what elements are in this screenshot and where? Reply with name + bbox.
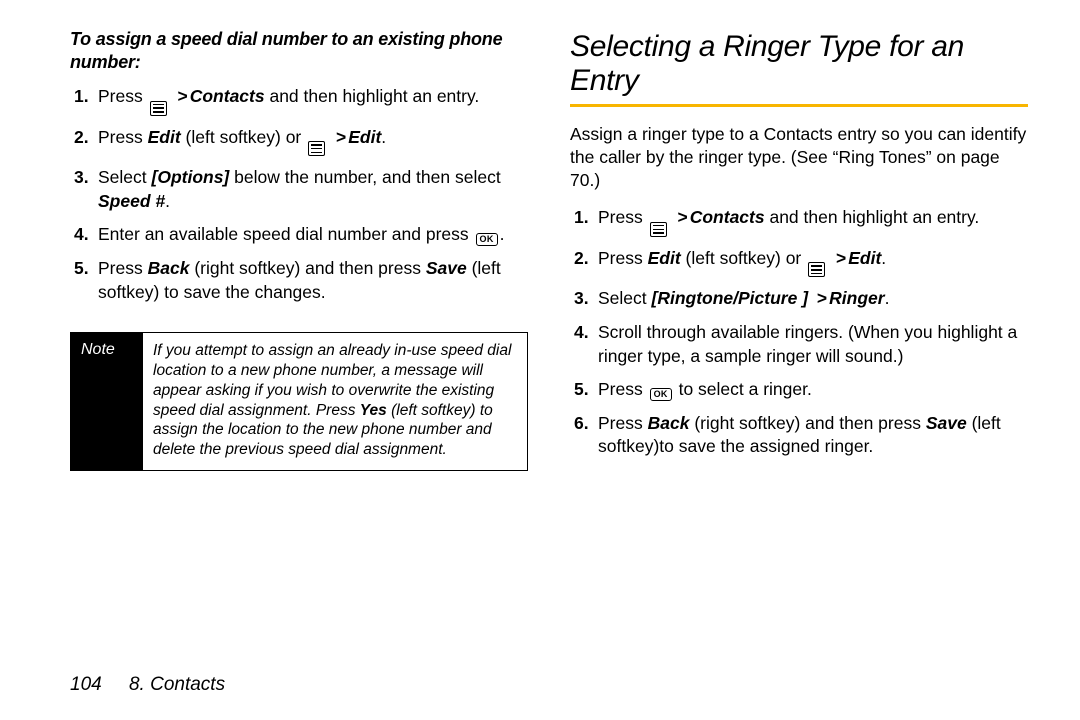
menu-icon <box>808 262 825 277</box>
chevron-right-icon: > <box>677 207 687 227</box>
step-number: 1. <box>574 206 589 230</box>
menu-icon <box>650 222 667 237</box>
step-item: 3.Select [Options] below the number, and… <box>70 166 528 213</box>
step-number: 3. <box>74 166 89 190</box>
left-column: To assign a speed dial number to an exis… <box>70 28 528 700</box>
ok-icon: OK <box>650 388 672 401</box>
step-item: 6.Press Back (right softkey) and then pr… <box>570 412 1028 459</box>
title-rule <box>570 104 1028 107</box>
chevron-right-icon: > <box>817 288 827 308</box>
step-number: 2. <box>574 247 589 271</box>
chevron-right-icon: > <box>336 127 346 147</box>
chevron-right-icon: > <box>177 86 187 106</box>
step-number: 4. <box>74 223 89 247</box>
step-item: 1.Press >Contacts and then highlight an … <box>570 206 1028 237</box>
chevron-right-icon: > <box>836 248 846 268</box>
step-item: 5.Press OK to select a ringer. <box>570 378 1028 402</box>
step-number: 3. <box>574 287 589 311</box>
menu-icon <box>150 101 167 116</box>
page-number: 104 <box>70 674 102 695</box>
step-item: 2.Press Edit (left softkey) or >Edit. <box>70 126 528 157</box>
section-label: 8. Contacts <box>129 674 225 695</box>
ok-icon: OK <box>476 233 498 246</box>
left-steps: 1.Press >Contacts and then highlight an … <box>70 85 528 314</box>
step-number: 6. <box>574 412 589 436</box>
page-footer: 104 8. Contacts <box>70 674 225 696</box>
step-number: 5. <box>74 257 89 281</box>
step-item: 3.Select [Ringtone/Picture ] >Ringer. <box>570 287 1028 311</box>
step-number: 4. <box>574 321 589 345</box>
left-subhead: To assign a speed dial number to an exis… <box>70 28 528 73</box>
step-number: 1. <box>74 85 89 109</box>
section-title: Selecting a Ringer Type for an Entry <box>570 30 1028 98</box>
right-steps: 1.Press >Contacts and then highlight an … <box>570 206 1028 469</box>
step-number: 5. <box>574 378 589 402</box>
note-label: Note <box>71 333 143 470</box>
step-item: 5.Press Back (right softkey) and then pr… <box>70 257 528 304</box>
step-item: 4.Scroll through available ringers. (Whe… <box>570 321 1028 368</box>
step-item: 4.Enter an available speed dial number a… <box>70 223 528 247</box>
step-item: 2.Press Edit (left softkey) or >Edit. <box>570 247 1028 278</box>
note-box: Note If you attempt to assign an already… <box>70 332 528 471</box>
right-column: Selecting a Ringer Type for an Entry Ass… <box>570 28 1028 700</box>
menu-icon <box>308 141 325 156</box>
step-item: 1.Press >Contacts and then highlight an … <box>70 85 528 116</box>
step-number: 2. <box>74 126 89 150</box>
intro-paragraph: Assign a ringer type to a Contacts entry… <box>570 123 1028 192</box>
note-body: If you attempt to assign an already in-u… <box>143 333 527 470</box>
